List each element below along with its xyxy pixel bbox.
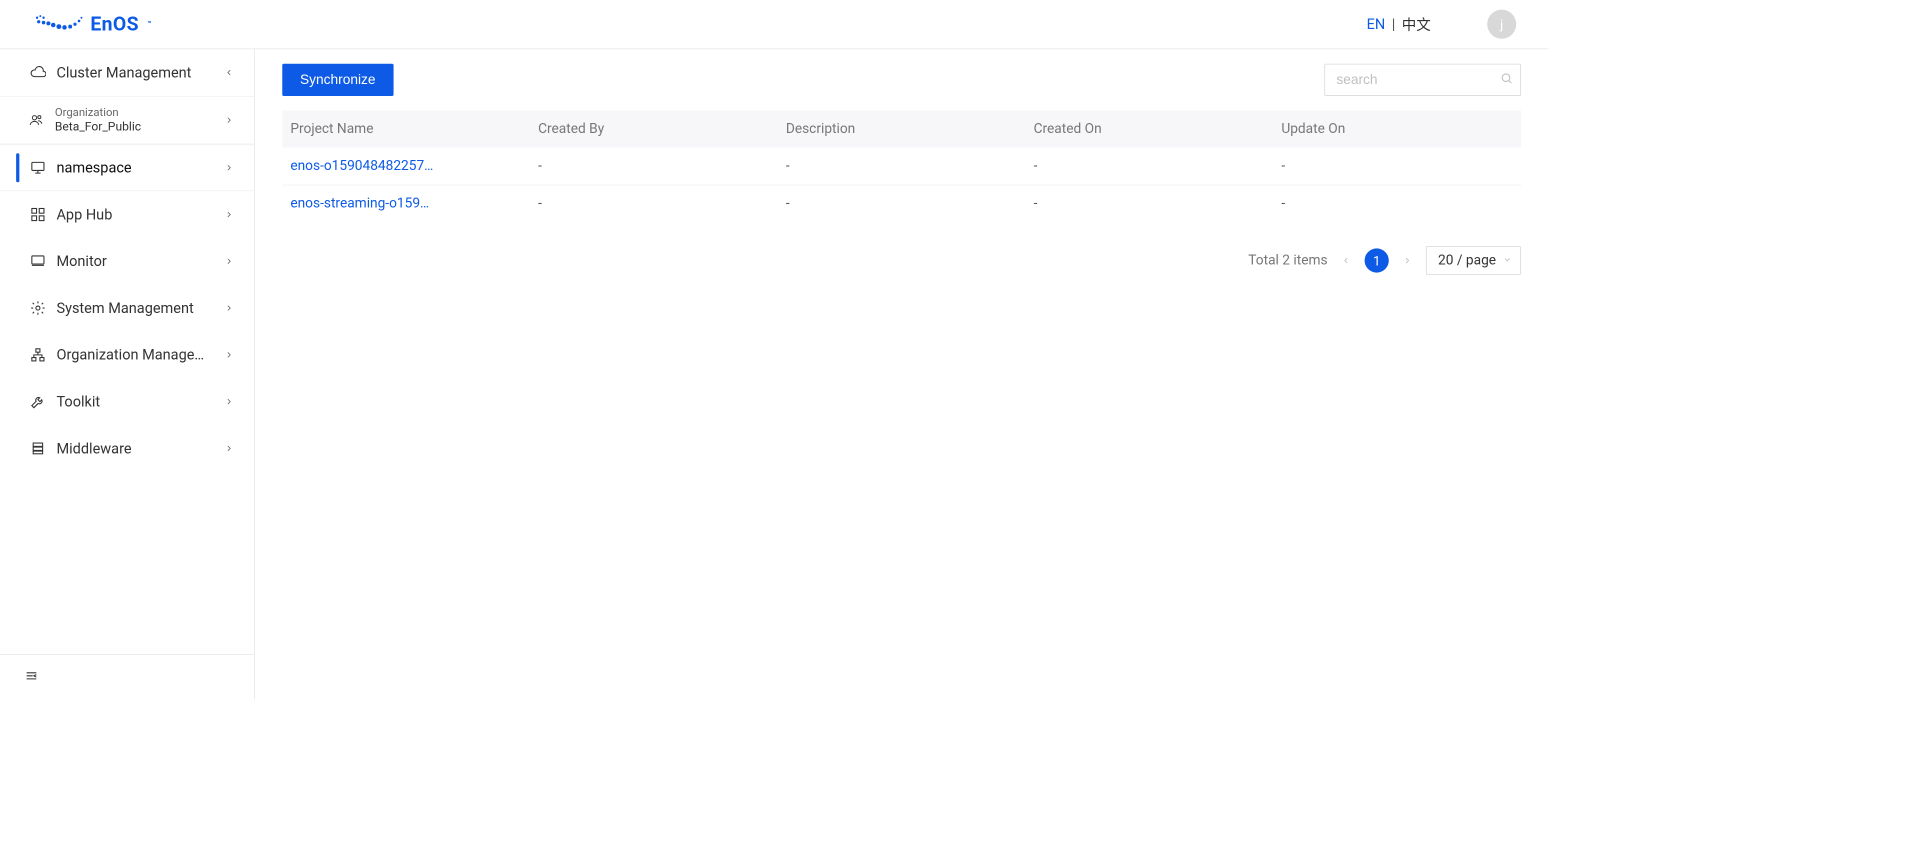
sidebar-item-system-management[interactable]: System Management — [0, 285, 254, 332]
sidebar-item-label: Cluster Management — [56, 64, 223, 81]
display-icon — [29, 252, 47, 270]
sidebar-item-cluster-management[interactable]: Cluster Management — [0, 49, 254, 96]
cell-created-on: - — [1026, 185, 1274, 222]
monitor-icon — [29, 159, 47, 177]
lang-zh[interactable]: 中文 — [1402, 14, 1431, 35]
cloud-icon — [29, 64, 47, 82]
chevron-right-icon — [223, 443, 234, 454]
toolbar: Synchronize — [282, 64, 1521, 96]
col-created-by: Created By — [530, 110, 778, 147]
avatar[interactable]: j — [1487, 10, 1516, 39]
org-chart-icon — [29, 346, 47, 364]
sidebar-item-app-hub[interactable]: App Hub — [0, 191, 254, 238]
pager-next[interactable] — [1400, 253, 1415, 268]
topbar: EnOS ™ EN | 中文 j — [0, 0, 1548, 49]
pager-total: Total 2 items — [1248, 252, 1327, 268]
sidebar-item-middleware[interactable]: Middleware — [0, 425, 254, 472]
logo[interactable]: EnOS ™ — [32, 13, 151, 36]
chevron-right-icon — [223, 209, 234, 220]
sidebar-collapse-toggle[interactable] — [0, 654, 254, 699]
table-row: enos-streaming-o159… - - - - — [282, 185, 1521, 222]
lang-en[interactable]: EN — [1367, 16, 1386, 33]
chevron-right-icon — [223, 302, 234, 313]
table-header-row: Project Name Created By Description Crea… — [282, 110, 1521, 147]
page-size-select[interactable]: 20 / page — [1426, 246, 1521, 275]
wrench-icon — [29, 393, 47, 411]
sidebar-item-organization-management[interactable]: Organization Manage… — [0, 331, 254, 378]
sidebar-item-label: namespace — [56, 159, 223, 176]
cell-update-on: - — [1273, 148, 1521, 185]
chevron-right-icon — [223, 115, 234, 126]
page-size-label: 20 / page — [1438, 252, 1496, 268]
project-link[interactable]: enos-o159048482257… — [290, 158, 433, 174]
sidebar-item-namespace[interactable]: namespace — [0, 144, 254, 191]
search-wrap — [1324, 64, 1521, 96]
gear-icon — [29, 299, 47, 317]
logo-tm: ™ — [147, 20, 152, 28]
table-row: enos-o159048482257… - - - - — [282, 148, 1521, 185]
language-switch: EN | 中文 — [1367, 14, 1431, 35]
chevron-right-icon — [223, 349, 234, 360]
logo-mark-icon — [32, 14, 84, 35]
sidebar-item-monitor[interactable]: Monitor — [0, 238, 254, 285]
chevron-right-icon — [223, 256, 234, 267]
lang-divider: | — [1392, 16, 1396, 33]
projects-table: Project Name Created By Description Crea… — [282, 110, 1521, 221]
chevron-right-icon — [223, 162, 234, 173]
chevron-down-icon — [223, 67, 234, 78]
org-value: Beta_For_Public — [55, 119, 235, 134]
pagination: Total 2 items 1 20 / page — [282, 246, 1521, 275]
pager-prev[interactable] — [1339, 253, 1354, 268]
sidebar-item-label: System Management — [56, 300, 223, 317]
col-created-on: Created On — [1026, 110, 1274, 147]
sidebar-item-label: Middleware — [56, 440, 223, 457]
cell-description: - — [778, 185, 1026, 222]
collapse-icon — [24, 668, 39, 686]
search-input[interactable] — [1324, 64, 1521, 96]
col-description: Description — [778, 110, 1026, 147]
col-update-on: Update On — [1273, 110, 1521, 147]
cell-created-by: - — [530, 148, 778, 185]
sidebar-item-label: Monitor — [56, 253, 223, 270]
user-group-icon — [29, 113, 44, 131]
org-label: Organization — [55, 106, 235, 119]
sidebar-item-label: App Hub — [56, 206, 223, 223]
logo-text: EnOS — [90, 13, 139, 36]
avatar-initial: j — [1500, 17, 1503, 32]
sidebar-item-label: Organization Manage… — [56, 346, 223, 363]
cell-created-on: - — [1026, 148, 1274, 185]
cell-created-by: - — [530, 185, 778, 222]
sidebar: Cluster Management Organization Beta_For… — [0, 49, 255, 699]
cell-description: - — [778, 148, 1026, 185]
main-content: Synchronize Project Name Created By — [255, 49, 1549, 699]
sidebar-org-selector[interactable]: Organization Beta_For_Public — [0, 96, 254, 144]
chevron-down-icon — [1503, 252, 1513, 268]
chevron-right-icon — [223, 396, 234, 407]
synchronize-button[interactable]: Synchronize — [282, 64, 393, 96]
project-link[interactable]: enos-streaming-o159… — [290, 195, 429, 211]
col-project-name: Project Name — [282, 110, 530, 147]
sidebar-item-label: Toolkit — [56, 393, 223, 410]
grid-icon — [29, 206, 47, 224]
cell-update-on: - — [1273, 185, 1521, 222]
layers-icon — [29, 440, 47, 458]
search-icon — [1500, 72, 1513, 88]
pager-page-1[interactable]: 1 — [1365, 248, 1389, 272]
sidebar-item-toolkit[interactable]: Toolkit — [0, 378, 254, 425]
